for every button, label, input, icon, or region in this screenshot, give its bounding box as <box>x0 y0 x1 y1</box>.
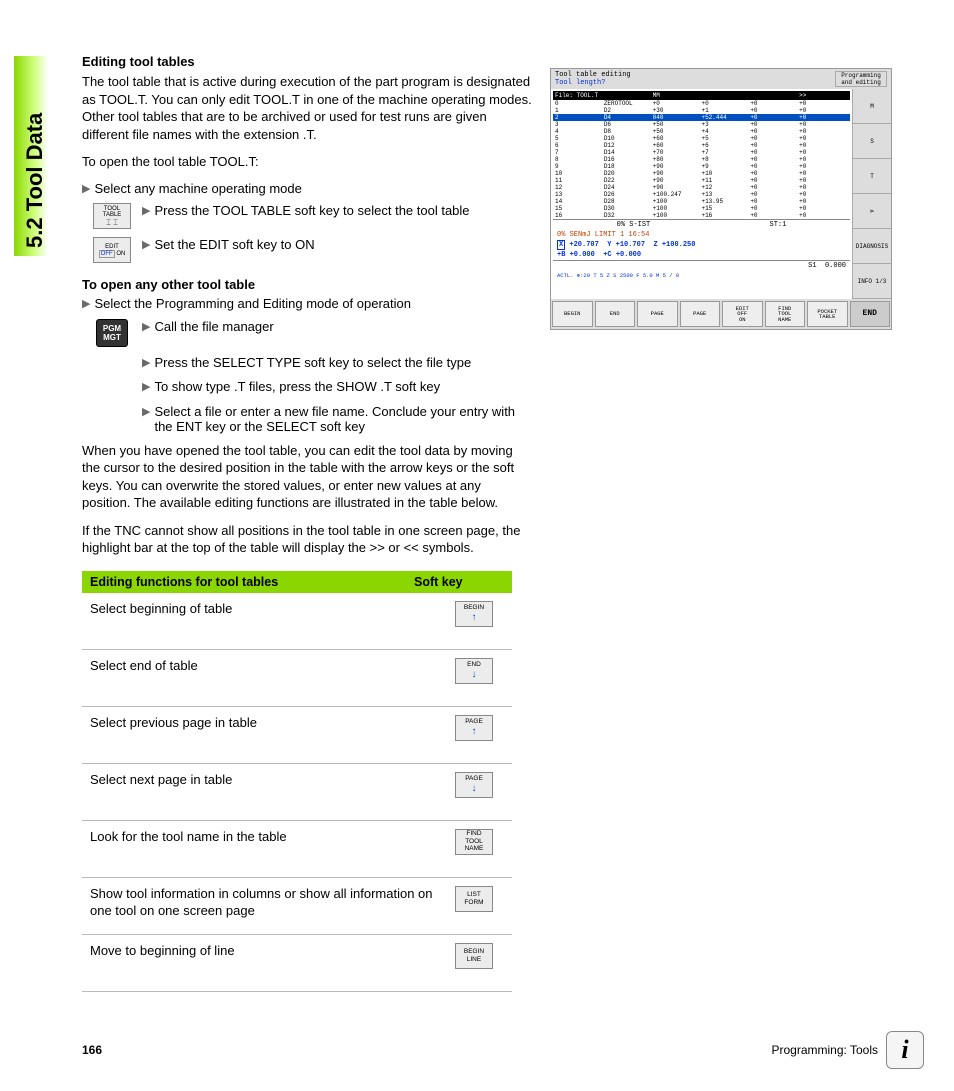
step-tool-table: TOOL TABLE ⌶ ⌶ ▶ Press the TOOL TABLE so… <box>82 203 532 229</box>
editing-functions-table: Editing functions for tool tables Soft k… <box>82 571 512 992</box>
main-content: Editing tool tables The tool table that … <box>82 54 532 992</box>
footer-text: Programming: Tools <box>772 1043 879 1057</box>
tri-icon: ▶ <box>142 203 150 220</box>
step-select-type: ▶ Press the SELECT TYPE soft key to sele… <box>82 355 532 372</box>
tri-icon: ▶ <box>82 181 90 198</box>
step-call-fm: PGM MGT ▶ Call the file manager <box>82 319 532 347</box>
scr-table-head: File: TOOL.TMM>> <box>553 91 850 100</box>
para-intro: The tool table that is active during exe… <box>82 73 532 143</box>
cnc-screenshot: Tool table editing Tool length? Programm… <box>550 68 892 330</box>
step-show-t: ▶ To show type .T files, press the SHOW … <box>82 379 532 396</box>
section-label: 5.2 Tool Data <box>22 113 48 248</box>
tri-icon: ▶ <box>142 355 150 372</box>
softkey-icon: BEGIN↑ <box>455 601 493 627</box>
softkey-pgm-mgt: PGM MGT <box>96 319 128 347</box>
tri-icon: ▶ <box>142 237 150 254</box>
softkey-icon: PAGE↓ <box>455 772 493 798</box>
page-number: 166 <box>82 1043 102 1057</box>
table-row: Show tool information in columns or show… <box>82 878 512 935</box>
softkey-icon: FINDTOOLNAME <box>455 829 493 855</box>
page-footer: 166 Programming: Tools i <box>82 1031 924 1069</box>
softkey-edit: EDIT OFF ON <box>93 237 131 263</box>
scr-mode: Programming and editing <box>835 71 887 87</box>
para-edit: When you have opened the tool table, you… <box>82 442 532 512</box>
table-row: Select previous page in tablePAGE↑ <box>82 707 512 764</box>
softkey-icon: BEGINLINE <box>455 943 493 969</box>
bullet-select-mode: ▶ Select any machine operating mode <box>82 181 532 198</box>
softkey-icon: LISTFORM <box>455 886 493 912</box>
scr-main: File: TOOL.TMM>> 0ZEROTOOL+0+0+0+01D2+30… <box>551 89 852 299</box>
tri-icon: ▶ <box>82 296 90 313</box>
softkey-tool-table: TOOL TABLE ⌶ ⌶ <box>93 203 131 229</box>
heading-editing: Editing tool tables <box>82 54 532 69</box>
scr-coords: X +20.707 Y +10.707 Z +100.250 <box>553 240 850 250</box>
scr-sidebar: MST⊳DIAGNOSISINFO 1/3 <box>852 89 891 299</box>
table-header: Editing functions for tool tables Soft k… <box>82 571 512 593</box>
para-symbols: If the TNC cannot show all positions in … <box>82 522 532 557</box>
para-open: To open the tool table TOOL.T: <box>82 153 532 171</box>
info-icon: i <box>886 1031 924 1069</box>
scr-titlebar: Tool table editing Tool length? Programm… <box>551 69 891 89</box>
step-edit-on: EDIT OFF ON ▶ Set the EDIT soft key to O… <box>82 237 532 263</box>
table-row: Look for the tool name in the tableFINDT… <box>82 821 512 878</box>
softkey-icon: PAGE↑ <box>455 715 493 741</box>
step-select-file: ▶ Select a file or enter a new file name… <box>82 404 532 434</box>
bullet-prog-mode: ▶ Select the Programming and Editing mod… <box>82 296 532 313</box>
tri-icon: ▶ <box>142 379 150 396</box>
tool-icon: ⌶ ⌶ <box>106 219 118 227</box>
tri-icon: ▶ <box>142 404 150 421</box>
softkey-icon: END↓ <box>455 658 493 684</box>
heading-other-table: To open any other tool table <box>82 277 532 292</box>
table-row: Select next page in tablePAGE↓ <box>82 764 512 821</box>
scr-softkey-row: BEGINENDPAGEPAGEEDITOFFONFINDTOOLNAMEPOC… <box>551 299 891 329</box>
table-row: Select end of tableEND↓ <box>82 650 512 707</box>
table-row: Select beginning of tableBEGIN↑ <box>82 593 512 650</box>
table-row: Move to beginning of lineBEGINLINE <box>82 935 512 992</box>
tri-icon: ▶ <box>142 319 150 336</box>
